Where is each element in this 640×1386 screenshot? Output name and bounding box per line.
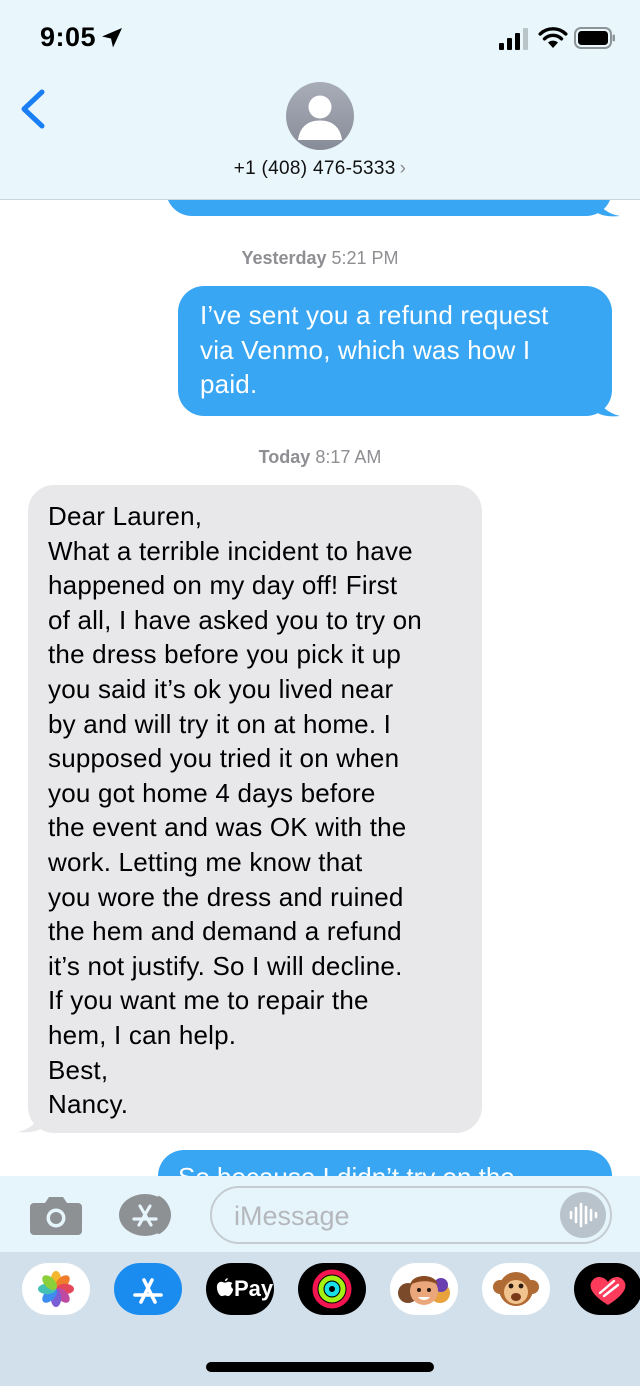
wifi-icon bbox=[538, 27, 568, 48]
app-store-app-button[interactable] bbox=[114, 1263, 182, 1315]
timestamp-time: 8:17 AM bbox=[315, 447, 382, 467]
message-line: the dress before you pick it up bbox=[48, 639, 402, 670]
animoji-app-button[interactable] bbox=[482, 1263, 550, 1315]
bubble-tail bbox=[18, 1112, 42, 1133]
message-line: of all, I have asked you to try on bbox=[48, 604, 422, 635]
message-line: you wore the dress and ruined bbox=[48, 881, 404, 912]
timestamp-time: 5:21 PM bbox=[331, 248, 399, 268]
status-time: 9:05 bbox=[40, 22, 97, 52]
received-message-bubble[interactable]: Dear Lauren, What a terrible incident to… bbox=[28, 485, 482, 1133]
photos-app-button[interactable] bbox=[22, 1263, 90, 1315]
apple-pay-label: Pay bbox=[234, 1276, 274, 1301]
back-button[interactable] bbox=[14, 86, 54, 132]
app-store-icon bbox=[133, 1278, 163, 1304]
message-line: I’ve sent you a refund request bbox=[200, 300, 549, 330]
battery-icon bbox=[574, 27, 615, 49]
location-arrow-icon bbox=[102, 28, 122, 48]
contact-name: +1 (408) 476-5333 bbox=[233, 158, 396, 179]
message-line: it’s not justify. So I will decline. bbox=[48, 950, 403, 981]
message-line: by and will try it on at home. I bbox=[48, 708, 392, 739]
person-avatar-icon bbox=[298, 95, 342, 140]
activity-app-button[interactable] bbox=[298, 1263, 366, 1315]
timestamp-day: Today bbox=[258, 447, 311, 467]
contact-name-row[interactable]: +1 (408) 476-5333 › bbox=[0, 158, 640, 180]
sent-message-bubble[interactable]: I’ve sent you a refund request via Venmo… bbox=[178, 286, 612, 416]
apple-logo-icon bbox=[216, 1278, 234, 1297]
message-line: If you want me to repair the bbox=[48, 985, 369, 1016]
message-line: Dear Lauren, bbox=[48, 501, 203, 531]
apple-pay-app-button[interactable]: Pay bbox=[206, 1263, 274, 1315]
message-line: the hem and demand a refund bbox=[48, 916, 402, 947]
message-input-placeholder: iMessage bbox=[234, 1201, 350, 1231]
home-indicator[interactable] bbox=[206, 1362, 434, 1372]
bubble-tail bbox=[596, 396, 620, 417]
chevron-right-icon: › bbox=[399, 158, 407, 179]
message-line: work. Letting me know that bbox=[48, 846, 363, 877]
camera-button[interactable] bbox=[30, 1195, 82, 1235]
message-line: paid. bbox=[200, 369, 258, 400]
memoji-app-button[interactable] bbox=[390, 1263, 458, 1315]
timestamp-day: Yesterday bbox=[241, 248, 327, 268]
message-line: Nancy. bbox=[48, 1089, 129, 1120]
sent-bubble-partial-bottom[interactable]: So because I didn’t try on the bbox=[158, 1150, 612, 1176]
signal-icon bbox=[499, 28, 528, 50]
conversation-header: 9:05 +1 (408) 476-5333 › bbox=[0, 0, 640, 200]
contact-avatar[interactable] bbox=[286, 82, 354, 150]
memoji-icon bbox=[398, 1276, 450, 1305]
message-line: What a terrible incident to have bbox=[48, 535, 413, 566]
heart-icon bbox=[590, 1276, 626, 1305]
timestamp-today: Today 8:17 AM bbox=[0, 447, 640, 468]
message-line: hem, I can help. bbox=[48, 1019, 237, 1050]
audio-message-button[interactable] bbox=[560, 1192, 606, 1238]
message-line: Best, bbox=[48, 1054, 109, 1085]
message-line: the event and was OK with the bbox=[48, 812, 407, 843]
apps-button[interactable] bbox=[118, 1193, 180, 1237]
activity-rings-icon bbox=[312, 1269, 352, 1309]
compose-bar: iMessage bbox=[0, 1176, 640, 1252]
bubble-tail bbox=[596, 200, 620, 217]
sent-bubble-partial-top[interactable] bbox=[166, 200, 612, 216]
timestamp-yesterday: Yesterday 5:21 PM bbox=[0, 248, 640, 269]
message-line: you said it’s ok you lived near bbox=[48, 673, 394, 704]
message-line: So because I didn’t try on the bbox=[178, 1162, 515, 1176]
message-thread[interactable]: Yesterday 5:21 PM I’ve sent you a refund… bbox=[0, 200, 640, 1176]
digital-touch-app-button[interactable] bbox=[574, 1263, 640, 1315]
message-line: you got home 4 days before bbox=[48, 777, 376, 808]
message-input[interactable]: iMessage bbox=[210, 1186, 612, 1244]
photos-icon bbox=[38, 1271, 74, 1307]
monkey-icon bbox=[493, 1272, 539, 1306]
message-line: supposed you tried it on when bbox=[48, 743, 400, 774]
app-drawer: Pay bbox=[0, 1252, 640, 1386]
message-line: happened on my day off! First bbox=[48, 570, 398, 601]
app-store-icon bbox=[119, 1194, 171, 1236]
message-line: via Venmo, which was how I bbox=[200, 334, 531, 365]
waveform-icon bbox=[569, 1202, 598, 1228]
